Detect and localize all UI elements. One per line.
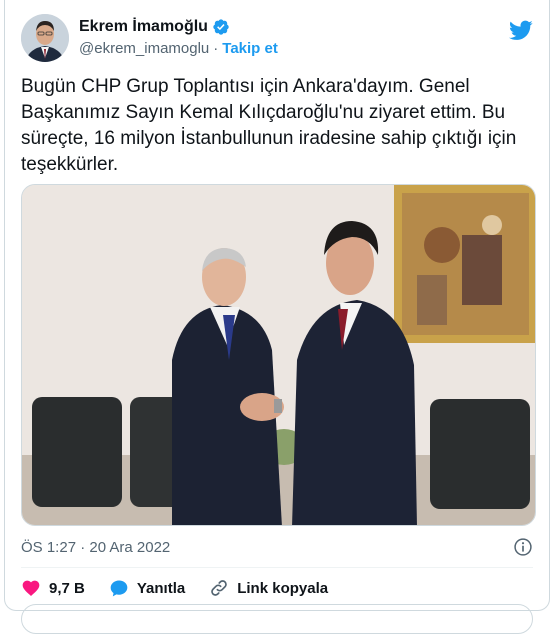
like-button[interactable]: 9,7 B (21, 578, 85, 598)
twitter-bird-icon[interactable] (509, 18, 533, 42)
copy-link-button[interactable]: Link kopyala (209, 578, 328, 598)
copy-link-label: Link kopyala (237, 579, 329, 597)
author-names: Ekrem İmamoğlu @ekrem_imamoglu · Takip e… (79, 18, 278, 57)
divider (21, 567, 533, 568)
tweet-header: Ekrem İmamoğlu @ekrem_imamoglu · Takip e… (21, 14, 533, 64)
author-handle[interactable]: @ekrem_imamoglu (79, 40, 209, 57)
tweet-card: Ekrem İmamoğlu @ekrem_imamoglu · Takip e… (4, 0, 550, 634)
avatar[interactable] (21, 14, 69, 62)
reply-bubble-icon (110, 580, 128, 597)
read-replies-bar[interactable] (21, 604, 533, 634)
reply-label: Yanıtla (136, 579, 186, 597)
link-icon (211, 580, 228, 596)
author-display-name[interactable]: Ekrem İmamoğlu (79, 18, 208, 36)
tweet-meta: ÖS 1:27 · 20 Ara 2022 (21, 536, 533, 558)
follow-button[interactable]: Takip et (222, 40, 278, 57)
tweet-text: Bugün CHP Grup Toplantısı için Ankara'da… (21, 76, 522, 175)
tweet-photo[interactable] (21, 184, 536, 526)
tweet-actions: 9,7 B Yanıtla Link kopyala (21, 576, 328, 600)
heart-icon (22, 580, 40, 596)
photo-illustration (22, 185, 535, 525)
reply-button[interactable]: Yanıtla (109, 578, 185, 598)
separator-dot: · (213, 40, 219, 57)
verified-badge-icon (213, 19, 229, 35)
info-icon[interactable] (513, 537, 533, 557)
like-count: 9,7 B (49, 579, 85, 597)
tweet-timestamp[interactable]: ÖS 1:27 · 20 Ara 2022 (21, 539, 170, 556)
